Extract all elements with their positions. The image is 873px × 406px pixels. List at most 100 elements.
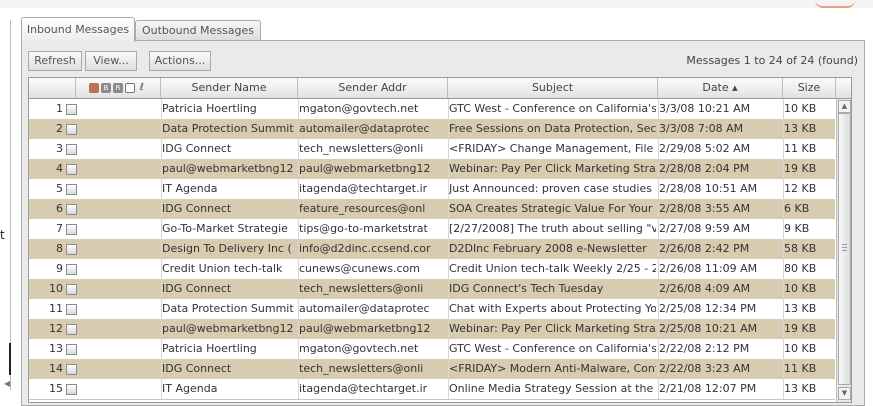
row-checkbox[interactable] xyxy=(66,344,77,355)
scroll-down-icon[interactable]: ▼ xyxy=(838,387,851,400)
header-sender-addr[interactable]: Sender Addr xyxy=(298,78,448,98)
sender-name-cell: Credit Union tech-talk xyxy=(162,262,283,275)
table-row[interactable]: 12 paul@webmarketbng12 paul@webmarketbng12… xyxy=(29,319,835,340)
table-row[interactable]: 8 Design To Delivery Inc (info@d2dinc.ccs… xyxy=(29,239,835,260)
header-subject[interactable]: Subject xyxy=(448,78,658,98)
row-number: 6 xyxy=(56,202,63,215)
subject-cell: Credit Union tech-talk Weekly 2/25 - 2/2 xyxy=(449,262,656,275)
size-cell: 10 KB xyxy=(784,102,817,115)
message-count: Messages 1 to 24 of 24 (found) xyxy=(686,54,858,67)
tab-inbound-messages[interactable]: Inbound Messages xyxy=(21,17,135,42)
table-row[interactable]: 11 Data Protection Summit automailer@datap… xyxy=(29,299,835,320)
date-cell: 2/21/08 12:07 PM xyxy=(659,382,757,395)
subject-cell: Chat with Experts about Protecting You xyxy=(449,302,656,315)
scroll-up-icon[interactable]: ▲ xyxy=(838,100,851,113)
table-row[interactable]: 10 IDG Connect tech_newsletters@onli IDG Co… xyxy=(29,279,835,300)
row-number: 11 xyxy=(49,302,63,315)
subject-cell: D2DInc February 2008 e-Newsletter xyxy=(449,242,647,255)
sender-name-cell: IDG Connect xyxy=(162,202,232,215)
row-checkbox[interactable] xyxy=(66,264,77,275)
edge-bar xyxy=(9,343,11,375)
table-row[interactable]: 7 Go-To-Market Strategie tips@go-to-market… xyxy=(29,219,835,240)
table-row[interactable]: 6 IDG Connect feature_resources@onl SOA Cre… xyxy=(29,199,835,220)
date-cell: 2/28/08 10:51 AM xyxy=(659,182,758,195)
toolbar: Refresh View... Actions... Messages 1 to… xyxy=(28,49,858,71)
row-checkbox[interactable] xyxy=(66,384,77,395)
row-checkbox[interactable] xyxy=(66,184,77,195)
row-checkbox[interactable] xyxy=(66,364,77,375)
sender-name-cell: IDG Connect xyxy=(162,282,232,295)
row-checkbox[interactable] xyxy=(66,164,77,175)
size-cell: 10 KB xyxy=(784,282,817,295)
sender-addr-cell: feature_resources@onl xyxy=(299,202,426,215)
size-cell: 19 KB xyxy=(784,162,817,175)
row-number: 13 xyxy=(49,342,63,355)
row-checkbox[interactable] xyxy=(66,204,77,215)
subject-cell: Webinar: Pay Per Click Marketing Strate xyxy=(449,322,656,335)
sender-addr-cell: tech_newsletters@onli xyxy=(299,142,424,155)
date-cell: 2/28/08 2:04 PM xyxy=(659,162,750,175)
sender-addr-cell: info@d2dinc.ccsend.cor xyxy=(299,242,431,255)
sender-addr-cell: tech_newsletters@onli xyxy=(299,362,424,375)
sender-addr-cell: cunews@cunews.com xyxy=(299,262,420,275)
row-number: 1 xyxy=(56,102,63,115)
row-number: 9 xyxy=(56,262,63,275)
sender-addr-cell: tech_newsletters@onli xyxy=(299,282,424,295)
subject-cell: Webinar: Pay Per Click Marketing Strate xyxy=(449,162,656,175)
size-cell: 11 KB xyxy=(784,362,817,375)
status-icon[interactable] xyxy=(89,83,99,93)
row-checkbox[interactable] xyxy=(66,144,77,155)
box-icon[interactable] xyxy=(125,83,135,93)
size-cell: 13 KB xyxy=(784,122,817,135)
row-checkbox[interactable] xyxy=(66,284,77,295)
row-checkbox[interactable] xyxy=(66,104,77,115)
table-row[interactable]: 2 Data Protection Summit automailer@datapr… xyxy=(29,119,835,140)
subject-cell: GTC West - Conference on California's F xyxy=(449,102,656,115)
sender-name-cell: IT Agenda xyxy=(162,382,218,395)
row-checkbox[interactable] xyxy=(66,224,77,235)
row-checkbox[interactable] xyxy=(66,124,77,135)
size-cell: 19 KB xyxy=(784,322,817,335)
table-row[interactable]: 5 IT Agenda itagenda@techtarget.ir Just Ann… xyxy=(29,179,835,200)
date-cell: 2/26/08 11:09 AM xyxy=(659,262,758,275)
date-cell: 2/29/08 5:02 AM xyxy=(659,142,751,155)
table-row[interactable]: 9 Credit Union tech-talk cunews@cunews.com… xyxy=(29,259,835,280)
vertical-scrollbar[interactable]: ▲ ▼ xyxy=(836,99,851,402)
size-cell: 10 KB xyxy=(784,342,817,355)
header-flags: BRℓ xyxy=(76,78,161,98)
actions-button[interactable]: Actions... xyxy=(149,51,211,71)
date-cell: 2/25/08 10:21 AM xyxy=(659,322,758,335)
sender-name-cell: Patricia Hoertling xyxy=(162,342,257,355)
date-cell: 2/28/08 3:55 AM xyxy=(659,202,751,215)
subject-cell: GTC West - Conference on California's F xyxy=(449,342,656,355)
edge-arrow-icon: ◀ xyxy=(4,379,11,388)
date-cell: 2/27/08 9:59 AM xyxy=(659,222,751,235)
sender-addr-cell: itagenda@techtarget.ir xyxy=(299,182,428,195)
header-date[interactable]: Date ▴ xyxy=(658,78,783,98)
row-checkbox[interactable] xyxy=(66,304,77,315)
row-checkbox[interactable] xyxy=(66,324,77,335)
size-cell: 9 KB xyxy=(784,222,810,235)
tab-outbound-messages[interactable]: Outbound Messages xyxy=(135,20,261,41)
row-checkbox[interactable] xyxy=(66,244,77,255)
sender-name-cell: Go-To-Market Strategie xyxy=(162,222,288,235)
b-icon[interactable]: B xyxy=(101,83,111,93)
table-row[interactable]: 1 Patricia Hoertling mgaton@govtech.net GTC… xyxy=(29,99,835,120)
view-button[interactable]: View... xyxy=(85,51,137,71)
row-number: 8 xyxy=(56,242,63,255)
date-cell: 3/3/08 7:08 AM xyxy=(659,122,744,135)
scroll-thumb[interactable] xyxy=(838,113,851,385)
sender-name-cell: paul@webmarketbng12 xyxy=(162,162,294,175)
size-cell: 12 KB xyxy=(784,182,817,195)
attachment-icon[interactable]: ℓ xyxy=(137,83,147,93)
table-row[interactable]: 4 paul@webmarketbng12 paul@webmarketbng12 W… xyxy=(29,159,835,180)
r-icon[interactable]: R xyxy=(113,83,123,93)
table-row[interactable]: 3 IDG Connect tech_newsletters@onli <FRIDAY… xyxy=(29,139,835,160)
header-size[interactable]: Size xyxy=(783,78,836,98)
sender-name-cell: IDG Connect xyxy=(162,142,232,155)
header-sender-name[interactable]: Sender Name xyxy=(161,78,298,98)
table-row[interactable]: 15 IT Agenda itagenda@techtarget.ir Online … xyxy=(29,379,835,400)
table-row[interactable]: 13 Patricia Hoertling mgaton@govtech.net GT… xyxy=(29,339,835,360)
table-row[interactable]: 14 IDG Connect tech_newsletters@onli <FRIDA… xyxy=(29,359,835,380)
refresh-button[interactable]: Refresh xyxy=(28,51,82,71)
